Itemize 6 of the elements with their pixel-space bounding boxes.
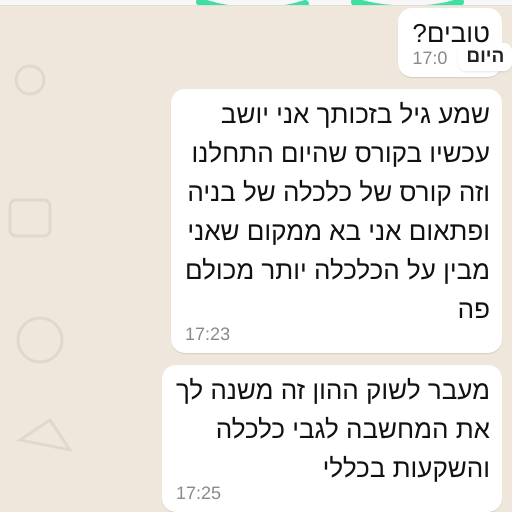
- message-text: שמע גיל בזכותך אני יושב עכשיו בקורס שהיום התחלנו וזה קורס של כלכלה של בניה ופתאום אני בא ממקום שאני מבין על הכלכלה יותר מכולם פה: [185, 98, 490, 326]
- message-time: 17:23: [185, 323, 230, 345]
- message-time: 17:25: [176, 482, 221, 504]
- message-time: 17:0: [412, 47, 448, 69]
- date-chip: היום: [458, 43, 512, 71]
- message-text: מעבר לשוק ההון זה משנה לך את המחשבה לגבי כלכלה והשקעות בכללי: [176, 374, 490, 485]
